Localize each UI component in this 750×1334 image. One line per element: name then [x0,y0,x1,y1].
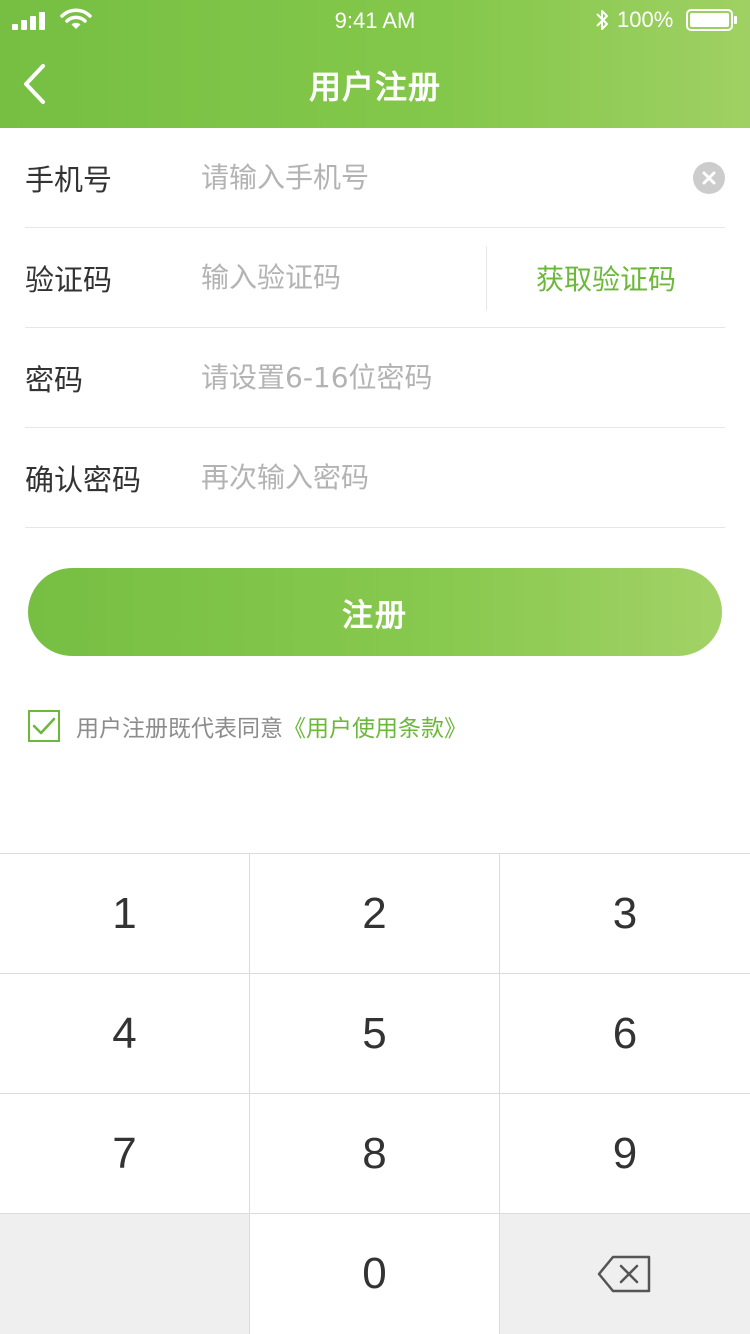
key-2[interactable]: 2 [250,854,500,974]
battery-icon [686,9,737,31]
checkmark-icon [32,717,56,735]
key-3[interactable]: 3 [500,854,750,974]
key-7[interactable]: 7 [0,1094,250,1214]
key-5[interactable]: 5 [250,974,500,1094]
nav-bar: 用户注册 [0,40,750,128]
register-button[interactable]: 注册 [28,568,722,656]
close-icon [702,171,716,185]
status-bar: 9:41 AM 100% [0,0,750,40]
agreement: 用户注册既代表同意 《用户使用条款》 [28,710,467,742]
register-page: 9:41 AM 100% 用户注册 手机号 请输入手机号 验证码 输入验证码 获… [0,0,750,1334]
key-9[interactable]: 9 [500,1094,750,1214]
numeric-keypad: 1 2 3 4 5 6 7 8 9 0 [0,853,750,1334]
phone-row: 手机号 [25,128,725,228]
battery-percent: 100% [617,7,674,32]
bluetooth-icon [596,10,608,30]
backspace-icon [597,1255,651,1293]
page-title: 用户注册 [308,68,441,106]
confirm-password-label: 确认密码 [25,462,142,497]
verification-code-input[interactable] [201,247,471,308]
get-code-button[interactable]: 获取验证码 [487,228,725,328]
key-8[interactable]: 8 [250,1094,500,1214]
code-row: 验证码 获取验证码 [25,228,725,328]
key-blank [0,1214,250,1334]
confirm-password-row: 确认密码 [25,428,725,528]
password-label: 密码 [25,362,84,397]
clear-phone-button[interactable] [693,162,725,194]
key-0[interactable]: 0 [250,1214,500,1334]
key-1[interactable]: 1 [0,854,250,974]
password-input[interactable] [201,347,725,408]
confirm-password-input[interactable] [201,447,725,508]
backspace-key[interactable] [500,1214,750,1334]
key-6[interactable]: 6 [500,974,750,1094]
agreement-checkbox[interactable] [28,710,60,742]
phone-input[interactable] [201,147,725,208]
key-4[interactable]: 4 [0,974,250,1094]
header: 9:41 AM 100% 用户注册 [0,0,750,128]
code-label: 验证码 [25,262,113,297]
terms-link[interactable]: 《用户使用条款》 [283,709,467,743]
register-form: 手机号 验证码 获取验证码 密码 确认密码 [25,128,725,528]
agreement-text: 用户注册既代表同意 [76,716,283,742]
password-row: 密码 [25,328,725,428]
phone-label: 手机号 [25,162,113,197]
